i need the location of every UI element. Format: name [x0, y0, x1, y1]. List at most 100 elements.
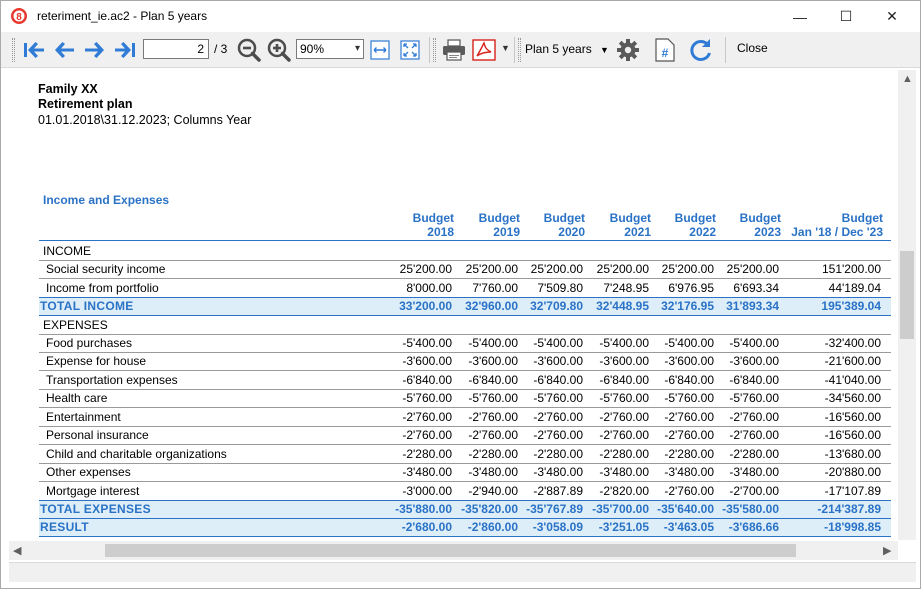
scroll-right-icon[interactable]: ▶: [883, 544, 891, 557]
zoom-in-icon: [267, 38, 291, 62]
column-header-period: 2020: [558, 225, 585, 239]
toolbar-grip[interactable]: [12, 38, 15, 62]
cell-value: -3'463.05: [663, 520, 714, 534]
cell-value: -34'560.00: [824, 391, 881, 405]
settings-button[interactable]: [615, 36, 641, 64]
cell-value: -5'400.00: [533, 336, 583, 350]
cell-value: -2'887.89: [533, 484, 583, 498]
cell-value: 25'200.00: [530, 262, 583, 276]
plan-menu-label: Plan 5 years: [525, 42, 592, 56]
refresh-button[interactable]: [687, 36, 715, 64]
cell-value: -35'880.00: [395, 502, 452, 516]
cell-value: -3'600.00: [468, 354, 518, 368]
cell-value: -5'760.00: [533, 391, 583, 405]
cell-value: -35'580.00: [722, 502, 779, 516]
close-icon: ✕: [886, 8, 898, 24]
page-number-input[interactable]: 2: [143, 39, 209, 59]
cell-value: -2'280.00: [402, 447, 452, 461]
row-label: Child and charitable organizations: [46, 447, 227, 461]
column-header-label: Budget: [412, 211, 454, 225]
cell-value: -41'040.00: [824, 373, 881, 387]
zoom-out-button[interactable]: [236, 36, 262, 64]
export-pdf-button[interactable]: [471, 36, 497, 64]
previous-page-icon: [55, 42, 74, 58]
cell-value: 8'000.00: [406, 281, 452, 295]
cell-value: 7'509.80: [537, 281, 583, 295]
cell-value: -2'760.00: [402, 410, 452, 424]
toolbar-grip[interactable]: [433, 38, 436, 62]
cell-value: -3'058.09: [532, 520, 583, 534]
pdf-dropdown-icon[interactable]: ▼: [501, 43, 510, 53]
zoom-in-button[interactable]: [266, 36, 292, 64]
row-label: Expense for house: [46, 354, 147, 368]
table-row: Health care -5'760.00 -5'760.00 -5'760.00 -5…: [39, 389, 891, 407]
cell-value: -2'680.00: [401, 520, 452, 534]
cell-value: -2'760.00: [599, 410, 649, 424]
pdf-icon: [472, 39, 496, 61]
scroll-up-icon[interactable]: ▲: [902, 73, 913, 85]
total-row: TOTAL EXPENSES -35'880.00 -35'820.00 -35'76…: [39, 500, 891, 518]
cell-value: -3'480.00: [533, 465, 583, 479]
row-label: Other expenses: [46, 465, 131, 479]
cell-value: -3'600.00: [664, 354, 714, 368]
cell-value: 25'200.00: [399, 262, 452, 276]
vertical-scrollbar[interactable]: ▲: [898, 70, 916, 540]
vertical-scroll-thumb[interactable]: [900, 251, 914, 339]
cell-value: -16'560.00: [824, 410, 881, 424]
print-button[interactable]: [441, 36, 467, 64]
cell-value: -21'600.00: [824, 354, 881, 368]
column-header-label: Budget: [739, 211, 781, 225]
row-label: Income from portfolio: [46, 281, 159, 295]
app-window: 8 reteriment_ie.ac2 - Plan 5 years — ☐ ✕…: [0, 0, 921, 589]
row-label: Food purchases: [46, 336, 133, 350]
cell-value: -2'760.00: [599, 428, 649, 442]
column-header-label: Budget: [674, 211, 716, 225]
fit-width-button[interactable]: [368, 36, 392, 64]
cell-value: -3'600.00: [729, 354, 779, 368]
total-rule: [39, 297, 891, 298]
cell-value: -6'840.00: [533, 373, 583, 387]
total-row: RESULT -2'680.00 -2'860.00 -3'058.09 -3'251.…: [39, 518, 891, 536]
svg-text:8: 8: [16, 12, 22, 23]
cell-value: -3'480.00: [468, 465, 518, 479]
next-page-icon: [85, 42, 104, 58]
total-row: TOTAL INCOME 33'200.00 32'960.00 32'709.80 3…: [39, 297, 891, 315]
minimize-button[interactable]: —: [777, 1, 823, 32]
cell-value: -2'760.00: [664, 428, 714, 442]
cell-value: -5'400.00: [468, 336, 518, 350]
cell-value: -6'840.00: [468, 373, 518, 387]
toolbar-separator: [725, 37, 726, 63]
scroll-left-icon[interactable]: ◀: [13, 544, 21, 557]
cell-value: 25'200.00: [726, 262, 779, 276]
cell-value: -3'480.00: [402, 465, 452, 479]
maximize-button[interactable]: ☐: [823, 1, 869, 32]
horizontal-scroll-thumb[interactable]: [105, 544, 796, 557]
toolbar-grip[interactable]: [518, 38, 521, 62]
page-number-button[interactable]: #: [652, 36, 678, 64]
cell-value: 7'248.95: [603, 281, 649, 295]
cell-value: -20'880.00: [824, 465, 881, 479]
previous-page-button[interactable]: [51, 36, 77, 64]
cell-value: 25'200.00: [596, 262, 649, 276]
row-label: Personal insurance: [46, 428, 149, 442]
first-page-button[interactable]: [21, 36, 47, 64]
zoom-select[interactable]: 90% ▾: [296, 39, 364, 59]
horizontal-scrollbar[interactable]: ◀ ▶: [9, 541, 898, 560]
cell-value: -2'760.00: [729, 410, 779, 424]
cell-value: 7'760.00: [472, 281, 518, 295]
column-header-label: Budget: [609, 211, 651, 225]
close-button[interactable]: Close: [737, 41, 768, 55]
last-page-button[interactable]: [112, 36, 138, 64]
fit-page-button[interactable]: [398, 36, 422, 64]
cell-value: 33'200.00: [399, 299, 452, 313]
close-window-button[interactable]: ✕: [869, 1, 915, 32]
column-header-label: Budget: [478, 211, 520, 225]
next-page-button[interactable]: [82, 36, 108, 64]
column-header-period: 2018: [427, 225, 454, 239]
plan-menu-button[interactable]: Plan 5 years ▼: [525, 40, 609, 58]
cell-value: -3'480.00: [599, 465, 649, 479]
cell-value: -6'840.00: [664, 373, 714, 387]
total-rule: [39, 500, 891, 501]
cell-value: -2'280.00: [664, 447, 714, 461]
column-header-period: Jan '18 / Dec '23: [791, 225, 883, 239]
